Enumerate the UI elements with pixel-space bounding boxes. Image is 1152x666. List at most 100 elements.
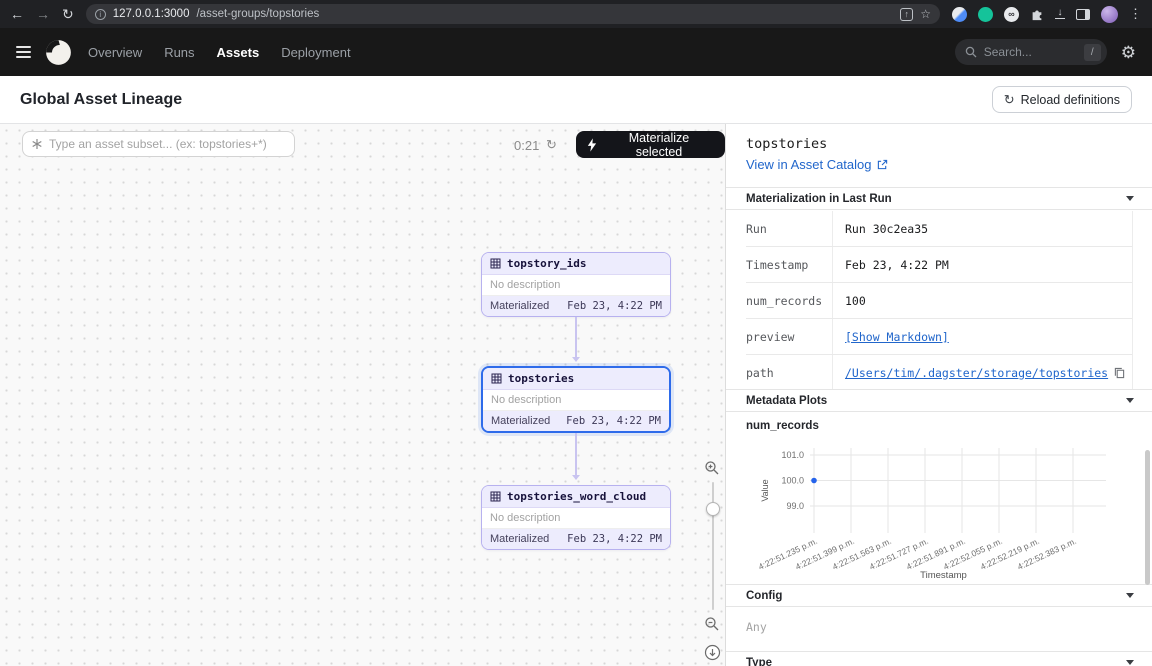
app-nav: Overview Runs Assets Deployment bbox=[88, 45, 351, 60]
profile-avatar[interactable] bbox=[1101, 6, 1118, 23]
metadata-row-timestamp: Timestamp Feb 23, 4:22 PM bbox=[746, 247, 1132, 283]
zoom-out-button[interactable] bbox=[704, 616, 720, 637]
metadata-key: Timestamp bbox=[746, 258, 832, 272]
section-metadata-plots[interactable]: Metadata Plots bbox=[726, 389, 1152, 412]
asset-node-topstory-ids[interactable]: topstory_ids No description Materialized… bbox=[481, 252, 671, 317]
metadata-row-path: path /Users/tim/.dagster/storage/topstor… bbox=[746, 355, 1132, 391]
search-input[interactable] bbox=[984, 45, 1077, 59]
asset-name: topstories_word_cloud bbox=[507, 490, 646, 503]
svg-text:99.0: 99.0 bbox=[786, 501, 804, 511]
search-shortcut-chip: / bbox=[1084, 44, 1101, 61]
asset-subset-input[interactable] bbox=[49, 137, 286, 151]
asset-table-icon bbox=[491, 373, 502, 384]
settings-gear-icon[interactable]: ⚙ bbox=[1121, 44, 1136, 61]
asset-status: Materialized bbox=[490, 300, 549, 312]
bookmark-star-icon[interactable]: ☆ bbox=[920, 7, 931, 21]
page-title: Global Asset Lineage bbox=[20, 91, 182, 109]
asset-materialized-time: Feb 23, 4:22 PM bbox=[566, 415, 661, 427]
url-bar[interactable]: i 127.0.0.1:3000/asset-groups/topstories… bbox=[86, 4, 940, 24]
show-markdown-link[interactable]: [Show Markdown] bbox=[845, 330, 949, 344]
url-host: 127.0.0.1:3000 bbox=[113, 8, 190, 20]
browser-toolbar: ← → ↻ i 127.0.0.1:3000/asset-groups/tops… bbox=[0, 0, 1152, 28]
zoom-slider-handle[interactable] bbox=[706, 502, 720, 516]
browser-extensions-cluster: ∞ ↓ ⋮ bbox=[952, 6, 1142, 23]
asset-name: topstory_ids bbox=[507, 257, 586, 270]
sidebar-toggle-icon[interactable] bbox=[1076, 9, 1090, 20]
section-label: Metadata Plots bbox=[746, 395, 827, 407]
site-info-icon[interactable]: i bbox=[95, 9, 106, 20]
metadata-key: path bbox=[746, 366, 832, 380]
zoom-in-button[interactable] bbox=[704, 460, 720, 481]
asset-status: Materialized bbox=[491, 415, 550, 427]
graph-refresh-icon[interactable]: ↻ bbox=[546, 137, 557, 153]
svg-text:Timestamp: Timestamp bbox=[920, 570, 967, 581]
section-type[interactable]: Type bbox=[726, 651, 1152, 666]
chevron-down-icon bbox=[1126, 196, 1134, 201]
hamburger-menu-icon[interactable] bbox=[16, 46, 31, 58]
metadata-key: num_records bbox=[746, 294, 832, 308]
asset-filter-icon bbox=[31, 138, 43, 150]
asset-name: topstories bbox=[508, 372, 574, 385]
page-header: Global Asset Lineage ↻ Reload definition… bbox=[0, 76, 1152, 124]
browser-menu-icon[interactable]: ⋮ bbox=[1129, 6, 1142, 22]
svg-text:Value: Value bbox=[760, 479, 770, 501]
asset-status-row: Materialized Feb 23, 4:22 PM bbox=[483, 411, 669, 431]
back-icon[interactable]: ← bbox=[10, 7, 24, 21]
svg-text:101.0: 101.0 bbox=[781, 450, 804, 460]
extension-icon-1[interactable] bbox=[952, 7, 967, 22]
recenter-button[interactable] bbox=[704, 644, 721, 666]
global-search[interactable]: / bbox=[955, 39, 1107, 65]
asset-node-topstories[interactable]: topstories No description Materialized F… bbox=[481, 366, 671, 433]
extension-icon-3[interactable]: ∞ bbox=[1004, 7, 1019, 22]
asset-materialized-time: Feb 23, 4:22 PM bbox=[567, 533, 662, 545]
materialize-selected-label: Materialize selected bbox=[604, 131, 714, 159]
asset-description: No description bbox=[483, 390, 669, 411]
lineage-graph-canvas[interactable]: 0:21 ↻ Materialize selected topstory_ids… bbox=[0, 124, 726, 666]
copy-icon[interactable] bbox=[1114, 367, 1125, 379]
metadata-value-run[interactable]: Run 30c2ea35 bbox=[832, 211, 1132, 246]
asset-subset-filter[interactable] bbox=[22, 131, 295, 157]
chevron-down-icon bbox=[1126, 593, 1134, 598]
materialize-selected-button[interactable]: Materialize selected bbox=[576, 131, 725, 158]
chevron-down-icon bbox=[1126, 398, 1134, 403]
nav-item-overview[interactable]: Overview bbox=[88, 45, 142, 60]
plot-title: num_records bbox=[746, 420, 819, 432]
section-config[interactable]: Config bbox=[726, 584, 1152, 607]
reload-icon[interactable]: ↻ bbox=[62, 7, 74, 21]
lineage-edge bbox=[575, 433, 577, 479]
refresh-icon: ↻ bbox=[1004, 92, 1015, 108]
app-header: Overview Runs Assets Deployment / ⚙ bbox=[0, 28, 1152, 76]
asset-status-row: Materialized Feb 23, 4:22 PM bbox=[482, 296, 670, 316]
asset-node-header: topstory_ids bbox=[482, 253, 670, 275]
external-link-icon bbox=[877, 159, 888, 170]
forward-icon[interactable]: → bbox=[36, 7, 50, 21]
nav-item-assets[interactable]: Assets bbox=[217, 45, 260, 60]
section-label: Type bbox=[746, 657, 772, 666]
reload-definitions-button[interactable]: ↻ Reload definitions bbox=[992, 86, 1132, 113]
metadata-value-num-records: 100 bbox=[832, 283, 1132, 318]
metadata-row-run: Run Run 30c2ea35 bbox=[746, 211, 1132, 247]
view-in-asset-catalog-link[interactable]: View in Asset Catalog bbox=[746, 157, 888, 172]
asset-description: No description bbox=[482, 508, 670, 529]
main-content: 0:21 ↻ Materialize selected topstory_ids… bbox=[0, 124, 1152, 666]
share-icon[interactable]: ↑ bbox=[900, 8, 913, 21]
reload-definitions-label: Reload definitions bbox=[1021, 93, 1120, 107]
asset-table-icon bbox=[490, 491, 501, 502]
url-path: /asset-groups/topstories bbox=[196, 8, 319, 20]
catalog-link-label: View in Asset Catalog bbox=[746, 157, 872, 172]
lineage-edge bbox=[575, 317, 577, 361]
chevron-down-icon bbox=[1126, 660, 1134, 665]
download-icon[interactable]: ↓ bbox=[1055, 9, 1065, 19]
path-link[interactable]: /Users/tim/.dagster/storage/topstories bbox=[845, 366, 1108, 380]
dagster-logo[interactable] bbox=[45, 39, 72, 66]
extensions-puzzle-icon[interactable] bbox=[1030, 7, 1044, 21]
extension-icon-2[interactable] bbox=[978, 7, 993, 22]
asset-node-header: topstories_word_cloud bbox=[482, 486, 670, 508]
panel-scrollbar-thumb[interactable] bbox=[1145, 450, 1150, 585]
nav-item-runs[interactable]: Runs bbox=[164, 45, 194, 60]
metadata-value-timestamp: Feb 23, 4:22 PM bbox=[832, 247, 1132, 282]
nav-item-deployment[interactable]: Deployment bbox=[281, 45, 350, 60]
section-materialization-last-run[interactable]: Materialization in Last Run bbox=[726, 187, 1152, 210]
metadata-table: Run Run 30c2ea35 Timestamp Feb 23, 4:22 … bbox=[746, 211, 1133, 391]
asset-node-topstories-word-cloud[interactable]: topstories_word_cloud No description Mat… bbox=[481, 485, 671, 550]
